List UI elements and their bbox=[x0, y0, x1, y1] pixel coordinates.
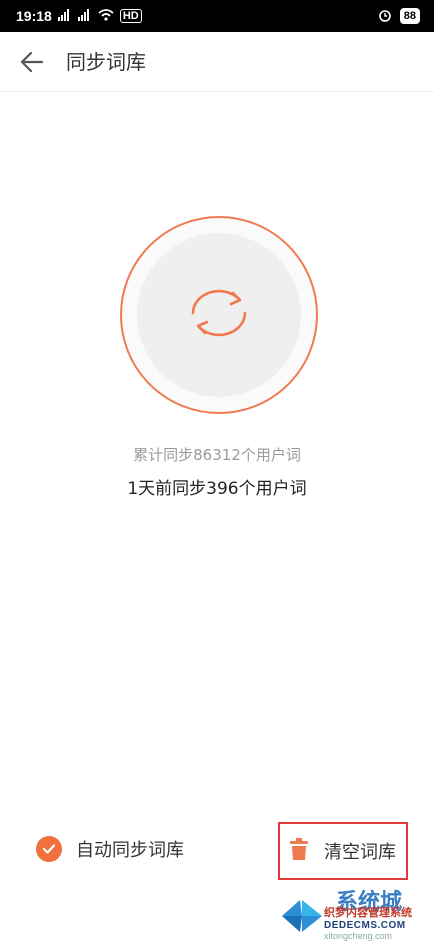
windows-logo-icon bbox=[280, 898, 324, 938]
watermark-domain: xitongcheng.com bbox=[324, 931, 393, 941]
status-bar: 19:18 HD 88 bbox=[0, 0, 434, 32]
alarm-icon bbox=[378, 8, 392, 25]
status-bar-right: 88 bbox=[378, 8, 420, 25]
trash-icon bbox=[290, 838, 308, 864]
recent-synced-text: 1天前同步396个用户词 bbox=[127, 479, 307, 499]
hd-network-badge: HD bbox=[119, 9, 142, 23]
clear-dictionary-button[interactable]: 清空词库 bbox=[278, 822, 408, 880]
watermark-site-cn: 织梦内容管理系统 bbox=[324, 906, 412, 919]
status-bar-left: 19:18 HD bbox=[16, 8, 142, 24]
auto-sync-toggle[interactable]: 自动同步词库 bbox=[36, 836, 184, 862]
cellular-signal-icon bbox=[57, 8, 72, 24]
watermark-site-url: DEDECMS.COM bbox=[324, 920, 406, 931]
sync-refresh-icon bbox=[181, 283, 257, 347]
top-app-bar: 同步词库 bbox=[0, 32, 434, 92]
total-synced-text: 累计同步86312个用户词 bbox=[133, 446, 301, 464]
status-time: 19:18 bbox=[16, 8, 52, 24]
clear-dictionary-label: 清空词库 bbox=[324, 842, 396, 863]
auto-sync-label: 自动同步词库 bbox=[76, 840, 184, 861]
checkmark-icon bbox=[36, 836, 62, 862]
cellular-signal-2-icon bbox=[77, 8, 92, 24]
wifi-icon bbox=[98, 8, 114, 24]
sync-button[interactable] bbox=[120, 216, 318, 414]
back-arrow-icon[interactable] bbox=[20, 51, 44, 73]
sync-button-inner bbox=[137, 233, 301, 397]
page-title: 同步词库 bbox=[66, 50, 146, 74]
battery-indicator: 88 bbox=[399, 8, 420, 24]
watermark: 系统城 织梦内容管理系统 DEDECMS.COM xitongcheng.com bbox=[280, 884, 434, 941]
